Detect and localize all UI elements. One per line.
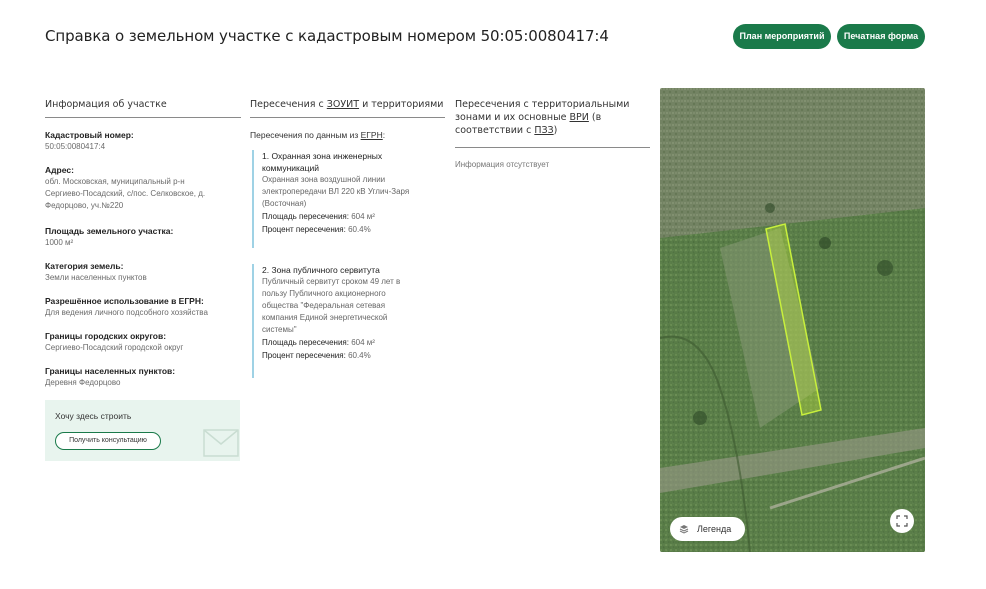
plan-button[interactable]: План мероприятий xyxy=(733,24,831,49)
build-here-box: Хочу здесь строить Получить консультацию xyxy=(45,400,240,461)
field-value-line: Сергиево-Посадский, с/пос. Селковское, д… xyxy=(45,189,206,198)
land-category-field: Категория земель: Земли населенных пункт… xyxy=(45,260,245,284)
zone-area: Площадь пересечения: 604 м² xyxy=(262,338,375,347)
field-value: Сергиево-Посадский городской округ xyxy=(45,343,184,352)
zone-percent: Процент пересечения: 60.4% xyxy=(262,225,371,234)
zone-description: общества "Федеральная сетевая xyxy=(262,301,386,310)
zone-description: системы" xyxy=(262,325,297,334)
zone-description: электропередачи ВЛ 220 кВ Углич-Заря xyxy=(262,187,410,196)
fullscreen-icon xyxy=(896,515,908,527)
print-form-button[interactable]: Печатная форма xyxy=(837,24,925,49)
field-value: Для ведения личного подсобного хозяйства xyxy=(45,308,208,317)
zone-card: 2. Зона публичного сервитута Публичный с… xyxy=(252,264,444,378)
get-consultation-button[interactable]: Получить консультацию xyxy=(55,432,161,450)
zone-description: Охранная зона воздушной линии xyxy=(262,175,386,184)
map-imagery xyxy=(660,88,925,552)
zone-description: (Восточная) xyxy=(262,199,307,208)
zone-title: 1. Охранная зона инженерных xyxy=(262,151,383,161)
zone-description: Публичный сервитут сроком 49 лет в xyxy=(262,277,401,286)
zone-title: 2. Зона публичного сервитута xyxy=(262,265,380,275)
field-value: Земли населенных пунктов xyxy=(45,273,147,282)
field-value-line: Федорцово, уч.№220 xyxy=(45,201,124,210)
zone-description: пользу Публичного акционерного xyxy=(262,289,386,298)
plot-info-heading: Информация об участке xyxy=(45,99,167,110)
layers-icon xyxy=(679,525,689,534)
field-label: Разрешённое использование в ЕГРН: xyxy=(45,296,204,306)
zone-percent: Процент пересечения: 60.4% xyxy=(262,351,371,360)
divider xyxy=(45,117,241,118)
address-field: Адрес: обл. Московская, муниципальный р-… xyxy=(45,164,245,212)
field-label: Категория земель: xyxy=(45,261,124,271)
field-label: Площадь земельного участка: xyxy=(45,226,174,236)
field-label: Границы городских округов: xyxy=(45,331,167,341)
field-label: Границы населенных пунктов: xyxy=(45,366,176,376)
field-label: Кадастровый номер: xyxy=(45,130,134,140)
egrn-link[interactable]: ЕГРН xyxy=(361,130,383,140)
field-value-line: обл. Московская, муниципальный р-н xyxy=(45,177,185,186)
permitted-use-field: Разрешённое использование в ЕГРН: Для ве… xyxy=(45,295,245,319)
zone-title: коммуникаций xyxy=(262,163,320,173)
divider xyxy=(455,147,650,148)
field-value: 1000 м² xyxy=(45,238,74,247)
zone-card: 1. Охранная зона инженерных коммуникаций… xyxy=(252,150,444,248)
build-here-title: Хочу здесь строить xyxy=(55,411,132,421)
intersections-heading: Пересечения с ЗОУИТ и территориями xyxy=(250,99,444,110)
territorial-heading: Пересечения с территориальными зонами и … xyxy=(455,99,630,136)
field-value: 50:05:0080417:4 xyxy=(45,142,106,151)
legend-button[interactable]: Легенда xyxy=(670,517,745,541)
egrn-subheading: Пересечения по данным из ЕГРН: xyxy=(250,130,386,140)
divider xyxy=(250,117,445,118)
area-field: Площадь земельного участка: 1000 м² xyxy=(45,225,245,249)
envelope-icon xyxy=(203,429,239,457)
no-info-text: Информация отсутствует xyxy=(455,160,550,169)
city-district-field: Границы городских округов: Сергиево-Поса… xyxy=(45,330,245,354)
cadastral-number-field: Кадастровый номер: 50:05:0080417:4 xyxy=(45,129,245,153)
zouit-link[interactable]: ЗОУИТ xyxy=(327,99,359,110)
field-value: Деревня Федорцово xyxy=(45,378,121,387)
legend-label: Легенда xyxy=(697,524,732,534)
settlement-field: Границы населенных пунктов: Деревня Федо… xyxy=(45,365,245,389)
page-title: Справка о земельном участке с кадастровы… xyxy=(45,27,609,45)
pzz-link[interactable]: ПЗЗ xyxy=(534,125,553,136)
vri-link[interactable]: ВРИ xyxy=(570,112,589,123)
zone-description: компания Единой энергетической xyxy=(262,313,388,322)
satellite-map[interactable]: Легенда xyxy=(660,88,925,552)
fullscreen-button[interactable] xyxy=(890,509,914,533)
zone-area: Площадь пересечения: 604 м² xyxy=(262,212,375,221)
field-label: Адрес: xyxy=(45,165,74,175)
